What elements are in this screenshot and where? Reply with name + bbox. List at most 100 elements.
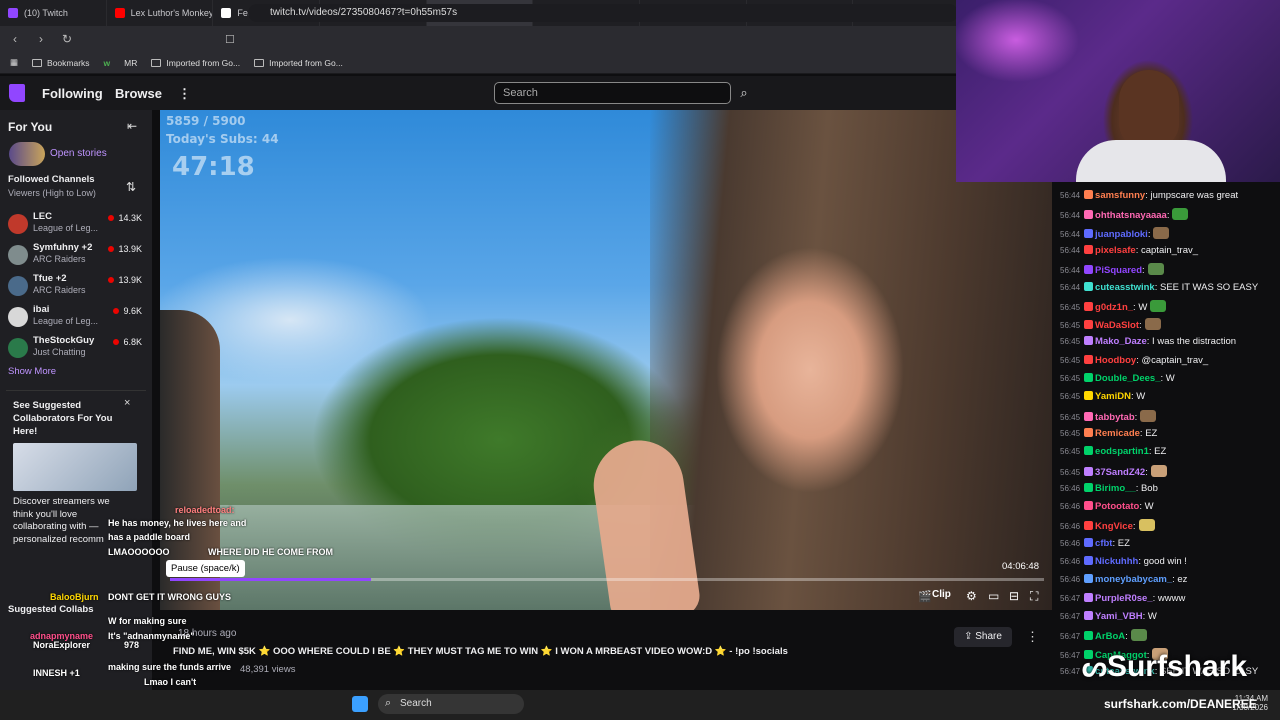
overlay-chat-line: LMAOOOOOO [108, 547, 170, 557]
chat-username[interactable]: PiSquared [1095, 265, 1142, 276]
pip-icon[interactable]: ⊟ [1009, 589, 1019, 603]
reload-button[interactable]: ↻ [60, 32, 74, 46]
chat-text: : @captain_trav_ [1136, 354, 1209, 366]
chat-username[interactable]: cfbt [1095, 538, 1112, 549]
viewer-count: 13.9K [108, 244, 142, 254]
chat-timestamp: 56:46 [1060, 538, 1081, 548]
chat-badge-icon [1084, 521, 1094, 531]
chat-username[interactable]: PurpleR0se_ [1095, 593, 1153, 604]
chat-badge-icon [1084, 592, 1094, 602]
chat-username[interactable]: 37SandZ42 [1095, 467, 1145, 478]
twitch-logo-icon[interactable] [9, 84, 25, 102]
chat-badge-icon [1084, 574, 1094, 584]
bookmark-item[interactable]: MR [124, 58, 137, 68]
folder-icon [32, 58, 43, 67]
apps-grid-icon[interactable]: ▦ [10, 57, 18, 68]
chat-timestamp: 56:44 [1060, 191, 1081, 200]
folder-icon [254, 58, 265, 67]
channel-item[interactable]: ibai League of Leg... 9.6K [0, 303, 150, 331]
chat-username[interactable]: Potootato [1095, 501, 1139, 512]
open-stories-link[interactable]: Open stories [50, 148, 107, 159]
chat-badge-icon [1084, 391, 1094, 401]
chat-message: 56:45 Remicade: EZ [1060, 427, 1157, 439]
bookmark-item[interactable]: Bookmarks [32, 58, 90, 68]
chat-message: 56:44 juanpabloki: [1060, 226, 1170, 240]
fullscreen-icon[interactable]: ⛶ [1030, 589, 1038, 604]
tab-label: (10) Twitch [24, 8, 68, 18]
chat-badge-icon [1084, 354, 1094, 364]
sort-icon[interactable]: ⇅ [126, 180, 136, 194]
chat-username[interactable]: tabbytab [1095, 412, 1135, 423]
chat-text: : W [1160, 373, 1175, 384]
channel-item[interactable]: LEC League of Leg... 14.3K [0, 210, 150, 238]
chat-message: 56:46 Birimo__: Bob [1060, 482, 1158, 494]
show-more-link[interactable]: Show More [8, 366, 56, 377]
more-options-icon[interactable]: ⋮ [1026, 629, 1039, 645]
bookmark-item[interactable]: Imported from Go... [151, 58, 240, 68]
chat-username[interactable]: Remicade [1095, 428, 1140, 439]
chat-timestamp: 56:44 [1060, 211, 1081, 221]
chat-username[interactable]: Yami_VBH [1095, 611, 1143, 622]
surfshark-name: Surfshark [1106, 650, 1248, 683]
chat-username[interactable]: ohthatsnayaaaa [1095, 210, 1167, 221]
chat-username[interactable]: cuteasstwink [1095, 282, 1155, 293]
channel-name: Symfuhny +2 [33, 242, 93, 253]
following-link[interactable]: Following [42, 86, 103, 101]
url-field[interactable]: twitch.tv/videos/2735080467?t=0h55m57s [248, 4, 958, 22]
chat-username[interactable]: eodspartin1 [1095, 446, 1149, 457]
collapse-sidebar-icon[interactable]: ⇤ [127, 119, 137, 133]
chat-timestamp: 56:46 [1060, 575, 1081, 585]
chat-timestamp: 56:47 [1060, 632, 1081, 642]
clip-button[interactable]: Clip [932, 589, 951, 600]
taskbar-clock[interactable]: 11:34 AM 1/30/2026 [1198, 694, 1268, 712]
back-button[interactable]: ‹ [8, 32, 22, 46]
more-menu-icon[interactable]: ⋮ [178, 86, 191, 102]
video-player[interactable] [160, 110, 1052, 610]
chat-timestamp: 56:44 [1060, 282, 1081, 292]
chat-username[interactable]: Double_Dees_ [1095, 373, 1160, 384]
chat-username[interactable]: Birimo__ [1095, 483, 1136, 494]
share-button[interactable]: ⇪ Share [954, 627, 1012, 647]
chat-username[interactable]: KngVice [1095, 521, 1133, 532]
progress-bar[interactable] [170, 578, 1044, 581]
channel-item[interactable]: Tfue +2 ARC Raiders 13.9K [0, 272, 150, 300]
chat-username[interactable]: pixelsafe [1095, 245, 1136, 256]
bookmark-item[interactable]: Imported from Go... [254, 58, 343, 68]
channel-item[interactable]: TheStockGuy Just Chatting 6.8K [0, 334, 150, 362]
browse-link[interactable]: Browse [115, 86, 162, 101]
chat-message: 56:44 samsfunny: jumpscare was great [1060, 190, 1238, 201]
forward-button[interactable]: › [34, 32, 48, 46]
bookmark-star-icon[interactable]: ☐ [225, 33, 235, 46]
sort-label: Viewers (High to Low) [8, 188, 96, 198]
streamer-webcam [956, 0, 1280, 182]
chat-badge-icon [1084, 482, 1094, 492]
chat-username[interactable]: YamiDN [1095, 391, 1131, 402]
search-input[interactable]: Search [494, 82, 731, 104]
channel-item[interactable]: Symfuhny +2 ARC Raiders 13.9K [0, 241, 150, 269]
share-label: Share [975, 631, 1002, 642]
chat-username[interactable]: ArBoA [1095, 631, 1125, 642]
chat-username[interactable]: Nickuhhh [1095, 556, 1138, 567]
browser-tab[interactable]: Lex Luthor's Monkey B [107, 0, 214, 26]
chat-username[interactable]: moneybabycam_ [1095, 574, 1172, 585]
chat-username[interactable]: WaDaSlot [1095, 320, 1139, 331]
close-icon[interactable]: × [124, 397, 130, 409]
chat-username[interactable]: Hoodboy [1095, 355, 1136, 366]
taskbar-search[interactable]: Search [378, 694, 524, 714]
bookmark-item[interactable]: w [104, 58, 111, 68]
chat-message: 56:46 Nickuhhh: good win ! [1060, 556, 1187, 567]
theatre-mode-icon[interactable]: ▭ [988, 589, 999, 603]
windows-start-icon[interactable] [352, 696, 368, 712]
chat-username[interactable]: g0dz1n_ [1095, 302, 1133, 313]
search-icon[interactable]: ⌕ [733, 82, 755, 104]
chat-emote-icon [1153, 226, 1170, 239]
chat-username[interactable]: Mako_Daze [1095, 336, 1147, 347]
stories-avatars[interactable] [9, 142, 45, 166]
channel-game: ARC Raiders [33, 254, 86, 264]
settings-gear-icon[interactable]: ⚙ [966, 589, 977, 603]
chat-emote-icon [1150, 299, 1167, 312]
chat-username[interactable]: juanpabloki [1095, 229, 1148, 240]
chat-username[interactable]: samsfunny [1095, 190, 1145, 201]
browser-tab[interactable]: (10) Twitch [0, 0, 107, 26]
suggested-collabs-heading: Suggested Collabs [8, 604, 94, 615]
